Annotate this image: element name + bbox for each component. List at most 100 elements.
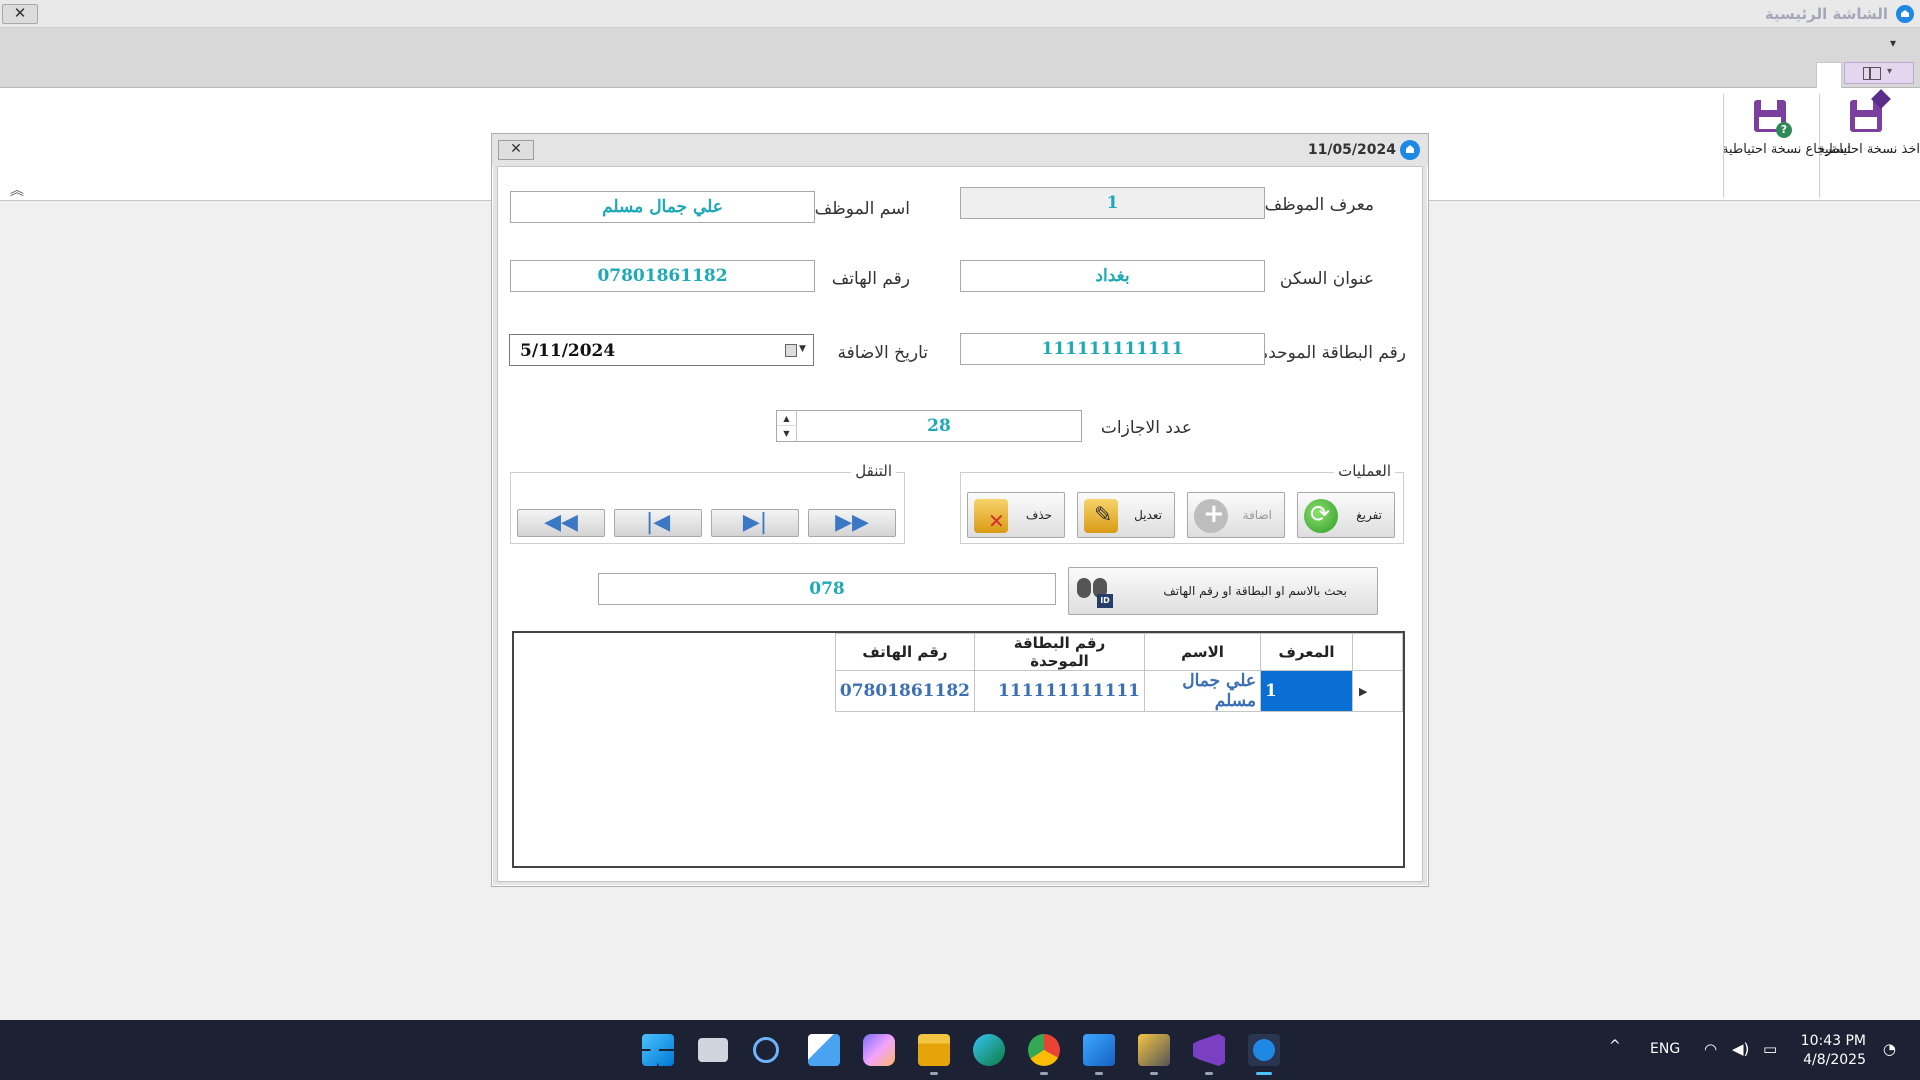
notifications-icon[interactable]: ◔ (1883, 1040, 1896, 1058)
ribbon-view-button[interactable]: ▾ (1844, 62, 1914, 84)
employees-table: المعرف الاسم رقم البطاقة الموحدة رقم اله… (834, 633, 1403, 712)
volume-icon[interactable]: ◀) (1732, 1040, 1749, 1058)
table-row[interactable]: ▶ 1 علي جمال مسلم 111111111111 078018611… (834, 670, 1403, 712)
add-date-picker[interactable]: 5/11/2024 ▼ (509, 334, 814, 366)
column-header-phone[interactable]: رقم الهاتف (834, 633, 976, 671)
chrome-icon[interactable] (1028, 1034, 1060, 1066)
power-app-icon[interactable] (753, 1037, 779, 1063)
delete-database-icon (974, 499, 1008, 533)
next-record-button[interactable]: ▶| (711, 509, 799, 537)
start-menu-icon[interactable] (642, 1034, 674, 1066)
search-button-label: بحث بالاسم او البطاقة او رقم الهاتف (1163, 584, 1347, 598)
operations-group: العمليات تفريغ اضافة تعديل حذف (960, 462, 1404, 544)
binoculars-icon: ID (1075, 574, 1115, 610)
restore-backup-icon: ? (1750, 96, 1792, 138)
edit-button-label: تعديل (1134, 508, 1162, 522)
restore-backup-button[interactable]: ? استرجاع نسخة احتياطية (1722, 92, 1851, 192)
national-card-field[interactable]: 111111111111 (960, 333, 1265, 365)
add-icon (1194, 499, 1228, 533)
cell-phone[interactable]: 07801861182 (834, 670, 976, 712)
column-header-card[interactable]: رقم البطاقة الموحدة (974, 633, 1145, 671)
store-icon[interactable] (808, 1034, 840, 1066)
tray-overflow-chevron-icon[interactable]: ^ (1609, 1038, 1621, 1054)
calendar-dropdown-icon[interactable]: ▼ (785, 343, 807, 359)
active-indicator (1256, 1072, 1272, 1075)
delete-button-label: حذف (1025, 508, 1052, 522)
cell-id[interactable]: 1 (1260, 670, 1353, 712)
dialog-body: معرف الموظف 1 اسم الموظف علي جمال مسلم ع… (497, 166, 1423, 882)
running-indicator (1040, 1072, 1048, 1075)
employee-dialog: ✕ 11/05/2024 معرف الموظف 1 اسم الموظف عل… (491, 133, 1429, 887)
file-explorer-icon[interactable] (918, 1034, 950, 1066)
column-header-id[interactable]: المعرف (1260, 633, 1353, 671)
spin-up-icon[interactable]: ▲ (777, 411, 796, 426)
ribbon-collapse-icon[interactable]: ︽ (10, 180, 24, 200)
clock-date: 4/8/2025 (1803, 1052, 1866, 1068)
edit-button[interactable]: تعديل (1077, 492, 1175, 538)
spin-down-icon[interactable]: ▼ (777, 426, 796, 441)
ribbon-separator (1723, 94, 1724, 198)
table-header-row: المعرف الاسم رقم البطاقة الموحدة رقم اله… (834, 633, 1403, 671)
cell-name[interactable]: علي جمال مسلم (1144, 670, 1261, 712)
refresh-icon (1304, 499, 1338, 533)
running-indicator (930, 1072, 938, 1075)
edge-icon[interactable] (973, 1034, 1005, 1066)
home-icon (1400, 140, 1420, 160)
vacations-label: عدد الاجازات (1100, 418, 1192, 438)
ribbon-tab[interactable] (1816, 62, 1842, 89)
dialog-date: 11/05/2024 (1307, 142, 1396, 158)
vacations-value: 28 (927, 416, 951, 436)
first-record-button[interactable]: ◀◀ (517, 509, 605, 537)
add-button[interactable]: اضافة (1187, 492, 1285, 538)
ribbon-tabs-strip: ▾ ▾ (0, 28, 1920, 89)
spinner-buttons[interactable]: ▲ ▼ (777, 411, 797, 441)
national-card-label: رقم البطاقة الموحدة (1259, 343, 1406, 363)
battery-icon[interactable]: ▭ (1763, 1040, 1777, 1058)
delete-button[interactable]: حذف (967, 492, 1065, 538)
running-indicator (1205, 1072, 1213, 1075)
clear-button-label: تفريغ (1356, 508, 1382, 522)
search-button[interactable]: ID بحث بالاسم او البطاقة او رقم الهاتف (1068, 567, 1378, 615)
app-close-button[interactable]: ✕ (2, 4, 38, 24)
address-label: عنوان السكن (1279, 269, 1374, 289)
quick-access-dropdown-icon[interactable]: ▾ (1890, 36, 1896, 50)
column-header-name[interactable]: الاسم (1144, 633, 1261, 671)
app-titlebar: ✕ الشاشة الرئيسية (0, 0, 1920, 28)
employee-name-field[interactable]: علي جمال مسلم (510, 191, 815, 223)
tools-icon[interactable] (1138, 1034, 1170, 1066)
dialog-close-button[interactable]: ✕ (498, 140, 534, 160)
employee-id-field[interactable]: 1 (960, 187, 1265, 219)
row-indicator-header (1352, 633, 1403, 671)
cell-card[interactable]: 111111111111 (974, 670, 1145, 712)
phone-label: رقم الهاتف (831, 269, 910, 289)
task-view-icon[interactable] (698, 1038, 728, 1062)
previous-record-button[interactable]: |◀ (614, 509, 702, 537)
operations-group-title: العمليات (1334, 462, 1395, 480)
copilot-icon[interactable] (863, 1034, 895, 1066)
save-backup-icon (1846, 89, 1891, 136)
vacations-spinbox[interactable]: ▲ ▼ 28 (776, 410, 1082, 442)
photos-icon[interactable] (1083, 1034, 1115, 1066)
language-indicator[interactable]: ENG (1650, 1041, 1680, 1057)
chevron-down-icon: ▾ (1887, 66, 1893, 77)
navigation-group: التنقل ◀◀ |◀ ▶| ▶▶ (510, 462, 905, 544)
tray-clock[interactable]: 10:43 PM 4/8/2025 (1801, 1032, 1866, 1070)
search-input[interactable]: 078 (598, 573, 1056, 605)
home-icon (1253, 1039, 1275, 1061)
panel-layout-icon (1863, 67, 1881, 80)
add-date-value: 5/11/2024 (520, 341, 616, 361)
employees-grid[interactable]: المعرف الاسم رقم البطاقة الموحدة رقم اله… (512, 631, 1405, 868)
clear-button[interactable]: تفريغ (1297, 492, 1395, 538)
taskbar: ^ ENG ◠ ◀) ▭ 10:43 PM 4/8/2025 ◔ (0, 1020, 1920, 1080)
home-icon (1896, 5, 1914, 23)
wifi-icon[interactable]: ◠ (1704, 1040, 1717, 1058)
dialog-titlebar: ✕ 11/05/2024 (492, 134, 1428, 166)
add-date-label: تاريخ الاضافة (837, 343, 928, 363)
phone-field[interactable]: 07801861182 (510, 260, 815, 292)
running-indicator (1150, 1072, 1158, 1075)
taskbar-active-app[interactable] (1248, 1034, 1280, 1066)
last-record-button[interactable]: ▶▶ (808, 509, 896, 537)
running-indicator (1095, 1072, 1103, 1075)
address-field[interactable]: بغداد (960, 260, 1265, 292)
visual-studio-icon[interactable] (1193, 1034, 1225, 1066)
